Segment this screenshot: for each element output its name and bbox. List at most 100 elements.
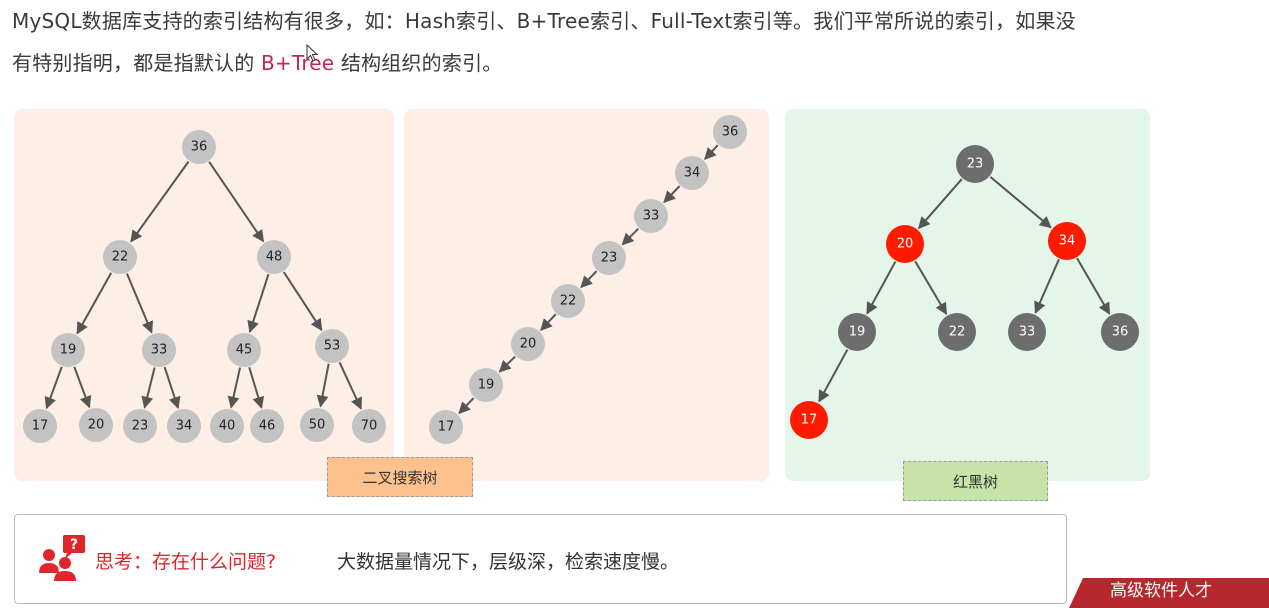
- svg-text:46: 46: [259, 419, 276, 434]
- skewed-edge: [540, 313, 557, 331]
- svg-text:19: 19: [60, 343, 77, 358]
- skewed-node: 36: [713, 115, 747, 149]
- bst-edge: [141, 367, 156, 409]
- svg-text:20: 20: [88, 418, 105, 433]
- mouse-cursor-icon: [306, 44, 318, 62]
- skewed-node: 22: [551, 284, 585, 318]
- btree-highlight: B+Tree: [260, 51, 335, 75]
- intro-line-1: MySQL数据库支持的索引结构有很多，如：Hash索引、B+Tree索引、Ful…: [12, 9, 1076, 33]
- svg-text:50: 50: [309, 418, 326, 433]
- svg-text:45: 45: [236, 343, 253, 358]
- rb-node: 19: [838, 313, 876, 351]
- svg-text:?: ?: [70, 537, 78, 553]
- skewed-node: 34: [675, 156, 709, 190]
- bst-node: 46: [250, 409, 284, 443]
- skewed-edge: [663, 185, 681, 204]
- svg-text:33: 33: [1019, 325, 1036, 340]
- svg-text:17: 17: [32, 419, 49, 434]
- skewed-node: 19: [469, 368, 503, 402]
- rb-edge: [914, 260, 948, 315]
- bst-edge: [248, 366, 265, 409]
- rb-edge: [918, 178, 963, 230]
- bst-node: 48: [257, 240, 291, 274]
- skewed-edge: [458, 397, 475, 415]
- skewed-edge: [621, 228, 639, 246]
- think-question: 思考：存在什么问题?: [95, 551, 277, 573]
- intro-line-2-start: 有特别指明，都是指默认的: [12, 51, 261, 75]
- svg-text:22: 22: [949, 325, 966, 340]
- rb-edge: [989, 176, 1052, 229]
- bst-node: 33: [142, 333, 176, 367]
- svg-text:23: 23: [967, 157, 984, 172]
- bst-edge: [130, 161, 190, 243]
- svg-text:34: 34: [684, 166, 701, 181]
- bst-node: 36: [182, 130, 216, 164]
- bst-edge: [316, 363, 330, 408]
- skewed-node: 33: [634, 199, 668, 233]
- intro-line-2: 有特别指明，都是指默认的 B+Tree 结构组织的索引。: [12, 42, 1267, 84]
- rb-edge: [866, 261, 897, 315]
- bst-edge: [163, 366, 181, 410]
- rb-node: 22: [938, 313, 976, 351]
- svg-text:70: 70: [361, 419, 378, 434]
- skewed-edge: [580, 270, 598, 289]
- svg-text:20: 20: [897, 237, 914, 252]
- bst-node: 50: [300, 408, 334, 442]
- svg-text:53: 53: [324, 339, 341, 354]
- rb-node: 23: [956, 145, 994, 183]
- svg-text:36: 36: [1112, 325, 1129, 340]
- svg-text:17: 17: [801, 413, 818, 428]
- bst-node: 22: [103, 240, 137, 274]
- think-answer: 大数据量情况下，层级深，检索速度慢。: [337, 551, 680, 573]
- bst-edge: [338, 361, 362, 410]
- svg-text:36: 36: [722, 125, 739, 140]
- svg-text:36: 36: [191, 140, 208, 155]
- bst-edge: [73, 366, 92, 409]
- skewed-node: 17: [429, 410, 463, 444]
- skewed-edge: [704, 144, 719, 160]
- svg-text:22: 22: [560, 294, 577, 309]
- svg-text:40: 40: [219, 419, 236, 434]
- bst-edge: [76, 272, 113, 335]
- svg-text:33: 33: [151, 343, 168, 358]
- bst-node: 53: [315, 329, 349, 363]
- skewed-tree-panel: 36 34 33 23 22 20 19 17: [404, 109, 769, 481]
- bst-node: 34: [167, 409, 201, 443]
- rb-node: 20: [886, 225, 924, 263]
- discussion-people-icon: ?: [39, 535, 85, 581]
- svg-text:33: 33: [643, 209, 660, 224]
- rb-node: 17: [790, 401, 828, 439]
- skewed-edge: [498, 355, 516, 373]
- svg-text:19: 19: [478, 378, 495, 393]
- bst-edge: [247, 273, 270, 334]
- svg-text:20: 20: [520, 337, 537, 352]
- svg-text:22: 22: [112, 250, 129, 265]
- rb-node: 36: [1101, 313, 1139, 351]
- red-black-tree-diagram: 23 20 34 19 22 33 36 17: [790, 145, 1139, 439]
- bst-node: 19: [51, 333, 85, 367]
- svg-text:23: 23: [601, 251, 618, 266]
- bst-node: 45: [227, 333, 261, 367]
- bst-node: 70: [352, 409, 386, 443]
- bst-diagram: 36 22 48 19 33 45 53 17 20 23 34 40 46 50 70: [23, 130, 386, 443]
- svg-text:17: 17: [438, 420, 455, 435]
- rb-edge: [818, 349, 849, 403]
- bst-edge: [208, 161, 265, 243]
- intro-line-2-end: 结构组织的索引。: [334, 51, 503, 75]
- svg-text:23: 23: [132, 419, 149, 434]
- skewed-tree-diagram: 36 34 33 23 22 20 19 17: [429, 115, 747, 444]
- svg-text:19: 19: [849, 325, 866, 340]
- intro-paragraph: MySQL数据库支持的索引结构有很多，如：Hash索引、B+Tree索引、Ful…: [12, 0, 1267, 84]
- red-black-tree-label: 红黑树: [903, 461, 1048, 501]
- corner-ribbon-text: 高级软件人才: [1110, 581, 1212, 601]
- svg-text:34: 34: [176, 419, 193, 434]
- bst-node: 40: [210, 409, 244, 443]
- bst-edge: [227, 367, 242, 409]
- bst-label: 二叉搜索树: [327, 457, 473, 497]
- bst-edge: [126, 273, 154, 334]
- bst-edge: [282, 271, 323, 332]
- bst-edge: [44, 366, 63, 410]
- rb-edge: [1076, 257, 1111, 315]
- skewed-node: 23: [592, 241, 626, 275]
- rb-node: 33: [1008, 313, 1046, 351]
